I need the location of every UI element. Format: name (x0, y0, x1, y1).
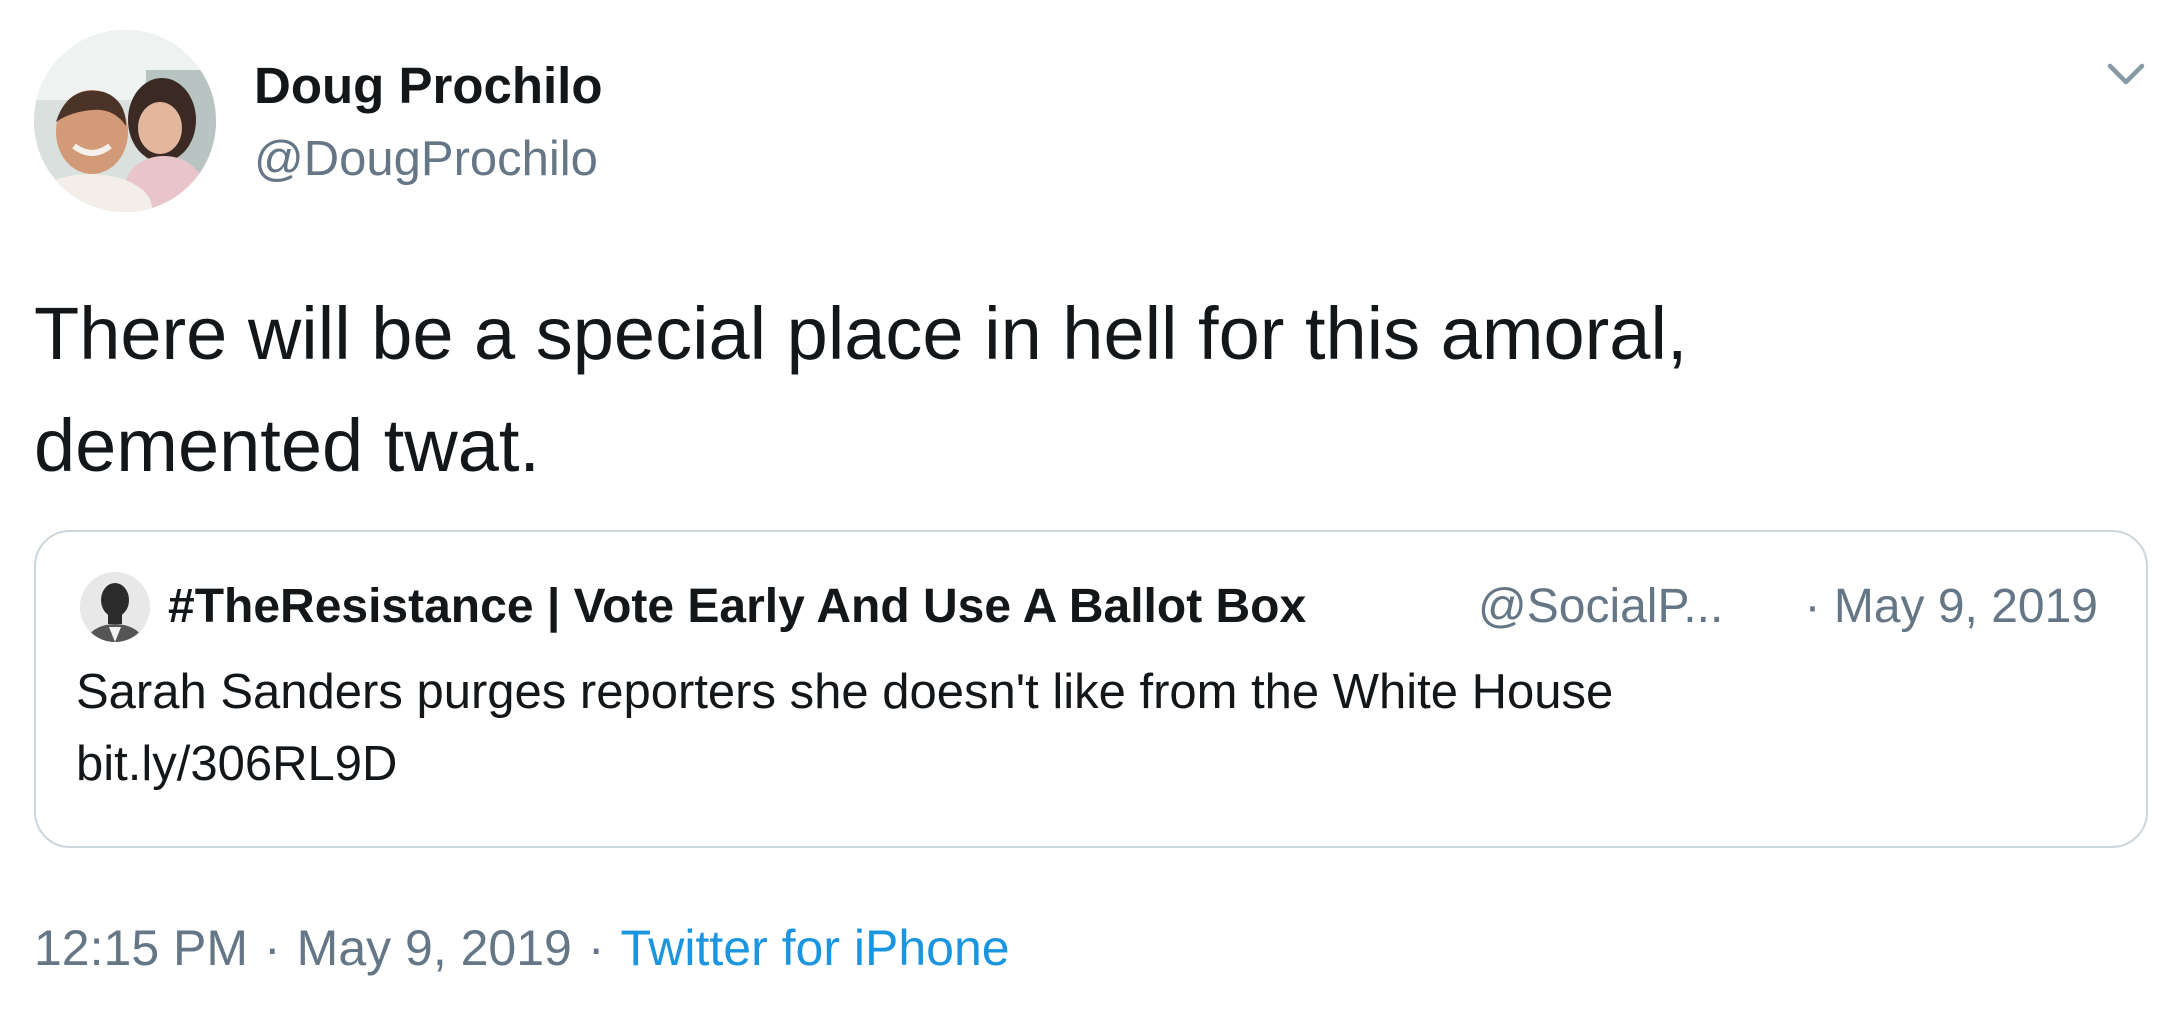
tweet-date[interactable]: May 9, 2019 (297, 920, 572, 976)
author-avatar[interactable] (34, 30, 216, 212)
quoted-text: Sarah Sanders purges reporters she doesn… (76, 656, 2076, 800)
meta-separator: · (587, 920, 605, 976)
quoted-date[interactable]: · May 9, 2019 (1805, 574, 2098, 640)
quoted-tweet[interactable]: #TheResistance | Vote Early And Use A Ba… (34, 530, 2148, 848)
quoted-avatar-photo (80, 572, 150, 642)
quoted-header: #TheResistance | Vote Early And Use A Ba… (168, 574, 2128, 640)
tweet-text-line: demented twat. (34, 404, 540, 487)
tweet-text: There will be a special place in hell fo… (34, 278, 2114, 502)
tweet-card: Doug Prochilo @DougProchilo There will b… (0, 0, 2180, 1010)
tweet-meta: 12:15 PM · May 9, 2019 · Twitter for iPhone (34, 912, 1010, 984)
avatar-photo (34, 30, 216, 212)
tweet-time[interactable]: 12:15 PM (34, 920, 248, 976)
quoted-link[interactable]: bit.ly/306RL9D (76, 728, 2076, 800)
quoted-text-line: Sarah Sanders purges reporters she doesn… (76, 665, 1614, 719)
tweet-source-link[interactable]: Twitter for iPhone (621, 920, 1010, 976)
meta-separator: · (264, 920, 281, 976)
author-handle[interactable]: @DougProchilo (254, 128, 598, 190)
quoted-handle[interactable]: @SocialP... (1478, 574, 1723, 640)
tweet-text-line: There will be a special place in hell fo… (34, 292, 1688, 375)
chevron-down-icon[interactable] (2096, 50, 2156, 100)
author-display-name[interactable]: Doug Prochilo (254, 54, 602, 118)
quoted-display-name[interactable]: #TheResistance | Vote Early And Use A Ba… (168, 574, 1306, 640)
quoted-author-avatar[interactable] (80, 572, 150, 642)
